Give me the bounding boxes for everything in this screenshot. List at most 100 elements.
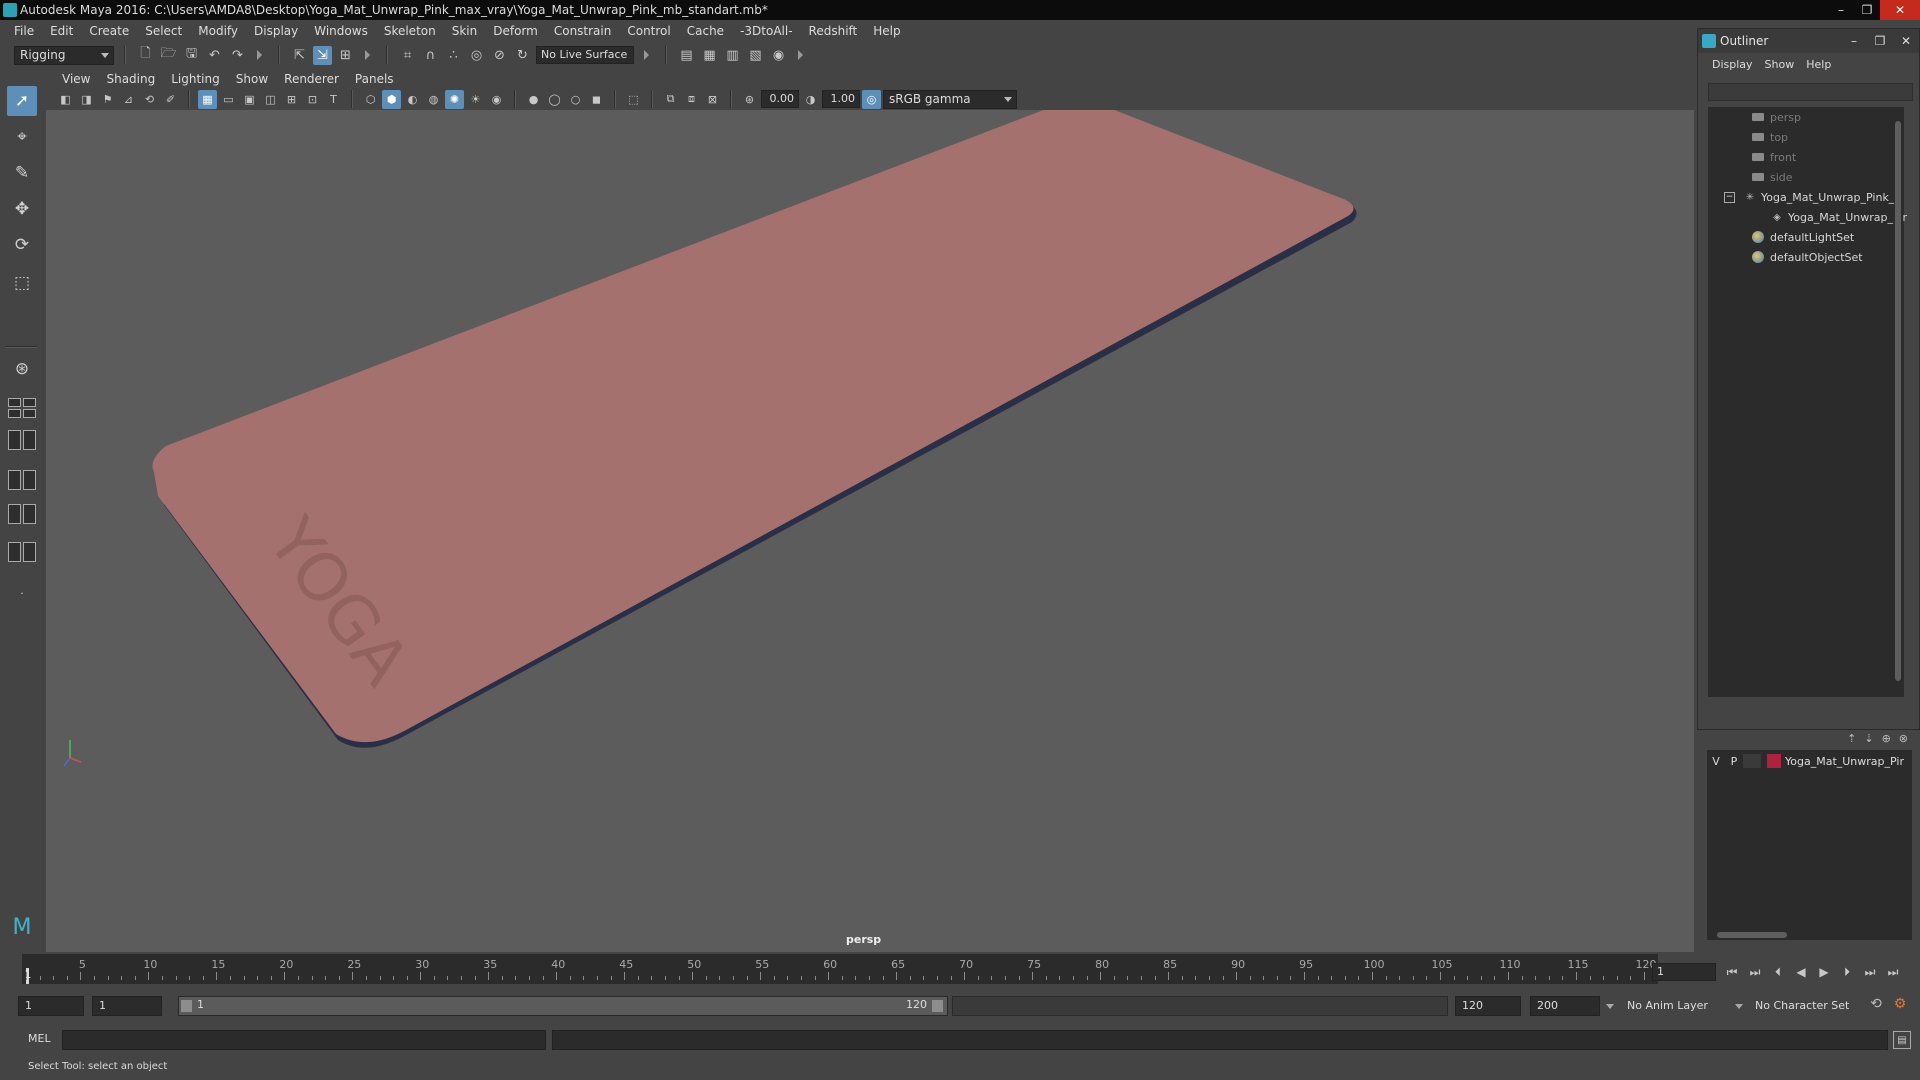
step-back-key-icon[interactable]: ⏭ bbox=[1745, 962, 1765, 982]
command-language-label[interactable]: MEL bbox=[28, 1032, 51, 1045]
field-chart-icon[interactable]: ⊞ bbox=[282, 90, 301, 109]
menu-edit[interactable]: Edit bbox=[42, 24, 81, 38]
redo-icon[interactable]: ↷ bbox=[228, 46, 247, 65]
custom-layout-icon[interactable]: · bbox=[7, 578, 37, 608]
new-scene-icon[interactable]: 🗋 bbox=[136, 46, 155, 65]
scrollbar-thumb[interactable] bbox=[1895, 121, 1901, 681]
safe-action-icon[interactable]: ⊡ bbox=[303, 90, 322, 109]
safe-title-icon[interactable]: T bbox=[324, 90, 343, 109]
exposure-field[interactable]: 0.00 bbox=[761, 90, 799, 108]
outliner-item-group[interactable]: − ✳ Yoga_Mat_Unwrap_Pink_n bbox=[1724, 187, 1901, 207]
gate-mask-icon[interactable]: ◫ bbox=[261, 90, 280, 109]
minimize-button[interactable]: – bbox=[1828, 0, 1854, 20]
select-component-icon[interactable]: ⊞ bbox=[336, 46, 355, 65]
maximize-button[interactable]: ❐ bbox=[1854, 0, 1880, 20]
time-slider[interactable]: 1 5 10 15 20 25 30 35 40 45 50 55 60 65 70 75 80 85 90 95 10… bbox=[22, 954, 1658, 984]
hud-icon[interactable]: ⊠ bbox=[703, 90, 722, 109]
snap-view-icon[interactable]: ◎ bbox=[467, 46, 486, 65]
layout-four-view-icon[interactable] bbox=[6, 396, 38, 420]
step-forward-key-icon[interactable]: ⏭ bbox=[1860, 962, 1880, 982]
go-to-end-icon[interactable]: ⏭ bbox=[1883, 962, 1903, 982]
menu-redshift[interactable]: Redshift bbox=[801, 24, 866, 38]
outliner-menu-display[interactable]: Display bbox=[1708, 58, 1761, 71]
playback-start-field[interactable]: 1 bbox=[92, 996, 162, 1016]
current-frame-field[interactable]: 1 bbox=[1652, 963, 1716, 981]
menu-3dtoall[interactable]: -3DtoAll- bbox=[732, 24, 800, 38]
wireframe-on-shaded-icon[interactable]: ◐ bbox=[403, 90, 422, 109]
hypershade-icon[interactable]: ◉ bbox=[769, 46, 788, 65]
layer-color-swatch[interactable] bbox=[1767, 754, 1781, 768]
gamma-field[interactable]: 1.00 bbox=[822, 90, 860, 108]
snap-point-icon[interactable]: ∴ bbox=[444, 46, 463, 65]
layer-visibility-toggle[interactable]: V bbox=[1707, 755, 1725, 768]
outliner-item-top[interactable]: top bbox=[1752, 127, 1788, 147]
ipr-render-icon[interactable]: ▥ bbox=[723, 46, 742, 65]
textured-icon[interactable]: ◍ bbox=[424, 90, 443, 109]
outliner-item-default-object-set[interactable]: defaultObjectSet bbox=[1752, 247, 1863, 267]
save-scene-icon[interactable]: 🖫 bbox=[182, 46, 201, 65]
layout-graph-persp-icon[interactable] bbox=[6, 502, 38, 526]
render-settings-icon[interactable]: ▤ bbox=[677, 46, 696, 65]
step-back-frame-icon[interactable]: ⏴ bbox=[1768, 962, 1788, 982]
screen-space-ao-icon[interactable]: ◉ bbox=[487, 90, 506, 109]
live-surface-field[interactable]: No Live Surface bbox=[536, 46, 634, 64]
menu-modify[interactable]: Modify bbox=[190, 24, 246, 38]
panel-menu-shading[interactable]: Shading bbox=[98, 72, 163, 86]
collapse-arrow-icon[interactable] bbox=[365, 50, 370, 60]
exposure-icon[interactable]: ⊛ bbox=[740, 90, 759, 109]
snap-grid-icon[interactable]: ⌗ bbox=[398, 46, 417, 65]
collapse-arrow-icon[interactable] bbox=[644, 50, 649, 60]
film-gate-icon[interactable]: ▭ bbox=[219, 90, 238, 109]
menu-deform[interactable]: Deform bbox=[485, 24, 546, 38]
paint-select-tool-icon[interactable]: ✎ bbox=[7, 158, 37, 188]
color-management-icon[interactable]: ◎ bbox=[862, 89, 881, 109]
xray-joints-icon[interactable]: ⧉ bbox=[661, 90, 680, 109]
camera-select-icon[interactable]: ◧ bbox=[56, 90, 75, 109]
shadows-icon[interactable]: ☀ bbox=[466, 90, 485, 109]
play-backwards-icon[interactable]: ◀ bbox=[1791, 962, 1811, 982]
collapse-arrow-icon[interactable] bbox=[257, 50, 262, 60]
render-frame-icon[interactable]: ▦ bbox=[700, 46, 719, 65]
outliner-close-button[interactable]: ✕ bbox=[1893, 29, 1919, 53]
open-scene-icon[interactable]: 🗁 bbox=[159, 46, 178, 65]
panel-menu-renderer[interactable]: Renderer bbox=[276, 72, 347, 86]
outliner-item-persp[interactable]: persp bbox=[1752, 107, 1801, 127]
gamma-icon[interactable]: ◑ bbox=[801, 90, 820, 109]
wireframe-icon[interactable]: ⬡ bbox=[361, 90, 380, 109]
rotate-tool-icon[interactable]: ⟳ bbox=[7, 230, 37, 260]
range-slider-track[interactable] bbox=[952, 996, 1448, 1016]
lasso-tool-icon[interactable]: ⌖ bbox=[7, 122, 37, 152]
2d-pan-zoom-icon[interactable]: ⟲ bbox=[140, 90, 159, 109]
xray-components-icon[interactable]: ⧈ bbox=[682, 90, 701, 109]
layer-list[interactable]: V P Yoga_Mat_Unwrap_Pir bbox=[1707, 750, 1912, 940]
close-button[interactable]: ✕ bbox=[1880, 0, 1920, 20]
new-layer-selected-icon[interactable]: ⊗ bbox=[1899, 732, 1908, 745]
resolution-gate-icon[interactable]: ▣ bbox=[240, 90, 259, 109]
menu-skin[interactable]: Skin bbox=[444, 24, 486, 38]
anim-end-field[interactable]: 200 bbox=[1530, 996, 1600, 1016]
outliner-list[interactable]: persp top front side − ✳ Yoga_Mat_Unwrap_P… bbox=[1708, 107, 1907, 697]
grease-pencil-icon[interactable]: ✐ bbox=[161, 90, 180, 109]
chevron-down-icon[interactable] bbox=[1606, 1004, 1614, 1009]
menu-cache[interactable]: Cache bbox=[679, 24, 732, 38]
menu-create[interactable]: Create bbox=[81, 24, 137, 38]
menu-display[interactable]: Display bbox=[246, 24, 306, 38]
menu-help[interactable]: Help bbox=[865, 24, 908, 38]
scrollbar-thumb[interactable] bbox=[1717, 932, 1787, 938]
go-to-start-icon[interactable]: ⏮ bbox=[1722, 962, 1742, 982]
camera-attributes-icon[interactable]: ◨ bbox=[77, 90, 96, 109]
scale-tool-icon[interactable]: ⬚ bbox=[7, 268, 37, 298]
motion-blur-icon[interactable]: ● bbox=[524, 90, 543, 109]
outliner-item-side[interactable]: side bbox=[1752, 167, 1793, 187]
range-start-handle[interactable] bbox=[181, 1000, 192, 1012]
layer-row[interactable]: V P Yoga_Mat_Unwrap_Pir bbox=[1707, 752, 1904, 770]
move-layer-down-icon[interactable]: ⇣ bbox=[1864, 732, 1873, 745]
move-tool-icon[interactable]: ✥ bbox=[7, 194, 37, 224]
color-space-dropdown[interactable]: sRGB gamma bbox=[883, 89, 1017, 109]
layout-side-by-side-icon[interactable] bbox=[6, 428, 38, 452]
outliner-menu-show[interactable]: Show bbox=[1761, 58, 1803, 71]
chevron-down-icon[interactable] bbox=[1735, 1004, 1743, 1009]
menu-skeleton[interactable]: Skeleton bbox=[376, 24, 444, 38]
panel-menu-view[interactable]: View bbox=[54, 72, 98, 86]
step-forward-frame-icon[interactable]: ⏵ bbox=[1837, 962, 1857, 982]
